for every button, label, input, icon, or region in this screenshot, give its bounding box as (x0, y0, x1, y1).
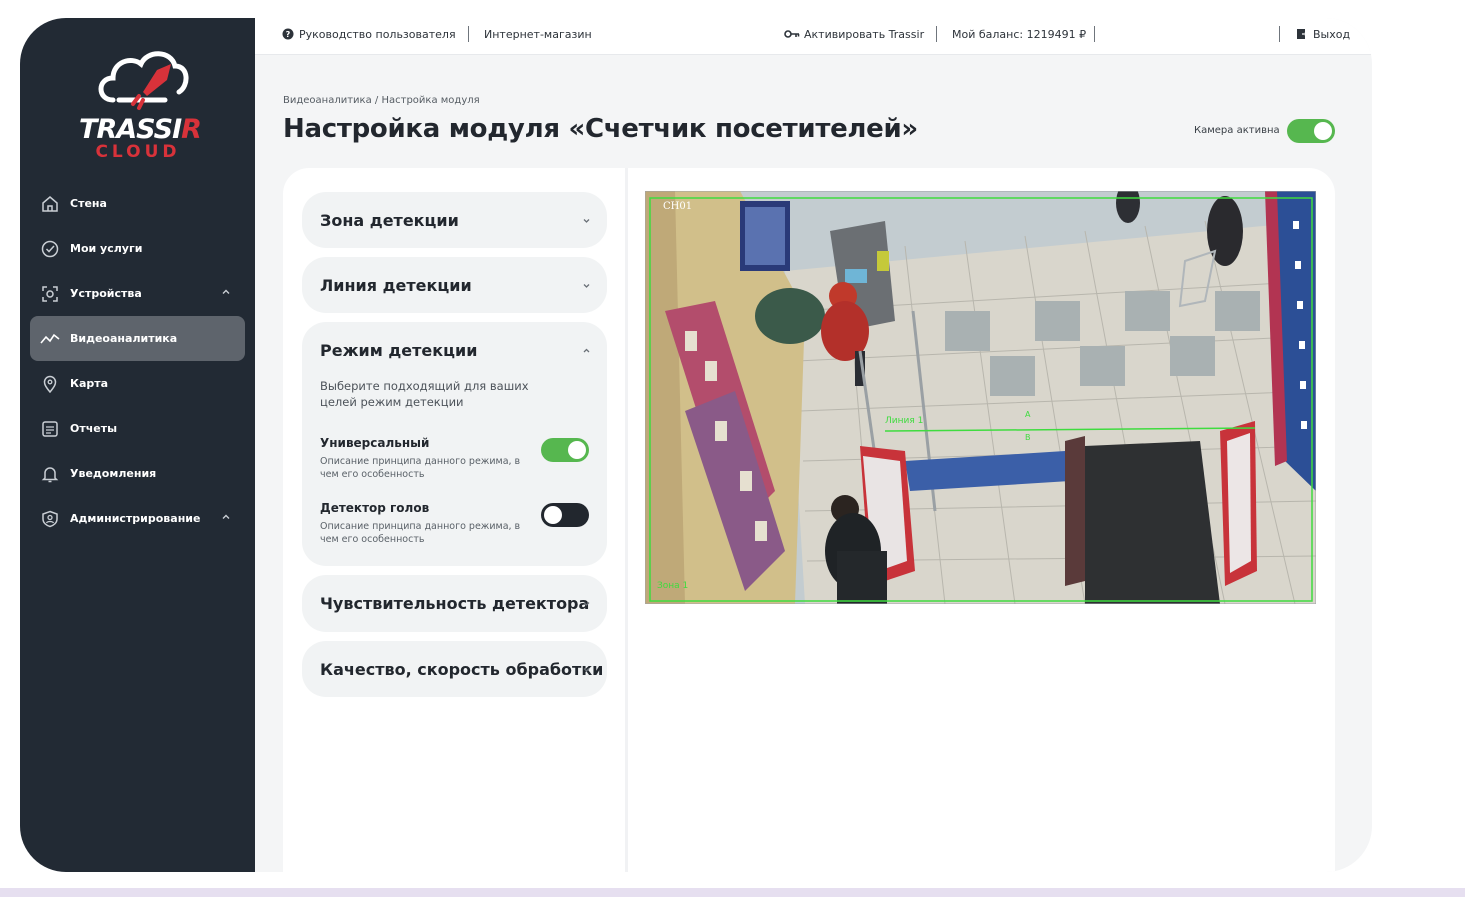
shop-label: Интернет-магазин (484, 27, 592, 41)
logo-subtitle: CLOUD (95, 142, 181, 162)
sidebar-item-videoanalytics[interactable]: Видеоаналитика (30, 316, 245, 361)
divider (1094, 26, 1095, 42)
direction-a-label: A (1025, 410, 1031, 419)
activate-trassir-link[interactable]: Активировать Trassir (784, 27, 924, 41)
map-pin-icon (40, 374, 60, 394)
trassir-cloud-logo[interactable]: TRASSIR CLOUD (65, 42, 215, 182)
sidebar-item-administration[interactable]: Администрирование (30, 496, 245, 541)
accordion-header[interactable]: Режим детекции (302, 322, 607, 378)
balance-display: Мой баланс: 1219491 ₽ (952, 27, 1086, 41)
breadcrumb-separator: / (374, 95, 379, 106)
user-guide-label: Руководство пользователя (299, 27, 456, 41)
chevron-down-icon (583, 602, 590, 606)
divider (468, 26, 469, 42)
detection-zone-label: Зона 1 (657, 581, 689, 591)
app-window: TRASSIR CLOUD Стена Мои услуги Устройств… (20, 18, 1372, 872)
sidebar-item-label: Администрирование (70, 512, 201, 525)
accordion-header[interactable]: Качество, скорость обработки (302, 641, 607, 697)
sidebar-item-label: Видеоаналитика (70, 332, 178, 345)
sidebar-item-label: Уведомления (70, 467, 157, 480)
page-title: Настройка модуля «Счетчик посетителей» (283, 114, 918, 144)
sidebar-item-reports[interactable]: Отчеты (30, 406, 245, 451)
sidebar-item-devices[interactable]: Устройства (30, 271, 245, 316)
chevron-down-icon (583, 284, 590, 288)
chevron-down-icon (583, 219, 590, 223)
sidebar-item-label: Стена (70, 197, 107, 210)
sidebar: TRASSIR CLOUD Стена Мои услуги Устройств… (20, 18, 255, 872)
accordion-header[interactable]: Линия детекции (302, 257, 607, 313)
accordion-title: Зона детекции (320, 210, 459, 230)
sidebar-item-label: Карта (70, 377, 109, 390)
check-circle-icon (40, 239, 60, 259)
activate-label: Активировать Trassir (804, 27, 925, 41)
mode-description: Выберите подходящий для ваших целей режи… (320, 379, 529, 409)
chevron-up-icon[interactable] (221, 512, 231, 522)
accordion-detection-zone[interactable]: Зона детекции (302, 192, 607, 248)
breadcrumb: Видеоаналитика / Настройка модуля (283, 95, 480, 106)
camera-focus-icon (40, 284, 60, 304)
accordion-title: Чувствительность детектора (320, 593, 590, 613)
camera-active-toggle[interactable] (1287, 119, 1335, 143)
chevron-down-icon (583, 668, 590, 672)
sidebar-item-label: Отчеты (70, 422, 118, 435)
accordion-detector-sensitivity[interactable]: Чувствительность детектора (302, 575, 607, 632)
chevron-up-icon[interactable] (221, 287, 231, 297)
shield-user-icon (40, 509, 60, 529)
logout-label: Выход (1313, 27, 1351, 41)
accordion-title: Режим детекции (320, 340, 478, 360)
key-icon (784, 30, 800, 38)
camera-active-label: Камера активна (1194, 125, 1280, 136)
top-bar: ? Руководство пользователя Интернет-мага… (255, 18, 1372, 55)
balance-label: Мой баланс: 1219491 ₽ (952, 27, 1087, 41)
svg-text:?: ? (286, 30, 291, 39)
desktop-background-strip (0, 888, 1465, 897)
sidebar-item-services[interactable]: Мои услуги (30, 226, 245, 271)
accordion-detection-mode: Режим детекции Выберите подходящий для в… (302, 322, 607, 566)
analytics-line-icon (40, 329, 60, 349)
sidebar-nav: Стена Мои услуги Устройства Видеоаналити… (30, 181, 245, 541)
sidebar-item-label: Мои услуги (70, 242, 143, 255)
sidebar-item-label: Устройства (70, 287, 142, 300)
toggle-knob (544, 506, 562, 524)
direction-b-label: B (1025, 433, 1031, 442)
toggle-knob (568, 441, 586, 459)
home-icon (40, 194, 60, 214)
mode-option-description: Описание принципа данного режима, в чем … (320, 456, 521, 480)
divider (936, 26, 937, 42)
sidebar-item-map[interactable]: Карта (30, 361, 245, 406)
report-icon (40, 419, 60, 439)
mode-option-description: Описание принципа данного режима, в чем … (320, 521, 521, 545)
accordion-detection-line[interactable]: Линия детекции (302, 257, 607, 313)
toggle-knob (1314, 122, 1332, 140)
camera-preview[interactable]: CH01 Линия 1 A B Зона 1 (645, 191, 1316, 604)
accordion-title: Линия детекции (320, 275, 472, 295)
logo-wordmark: TRASSIR (79, 114, 202, 145)
detection-line-label: Линия 1 (885, 416, 924, 426)
sidebar-item-wall[interactable]: Стена (30, 181, 245, 226)
camera-scene-illustration (645, 191, 1316, 604)
head-detector-toggle[interactable] (541, 503, 589, 527)
camera-channel-label: CH01 (663, 201, 693, 212)
shop-link[interactable]: Интернет-магазин (484, 27, 592, 41)
divider (1279, 26, 1280, 42)
breadcrumb-videoanalytics[interactable]: Видеоаналитика (283, 95, 372, 106)
cloud-rocket-icon (98, 51, 189, 110)
sidebar-item-notifications[interactable]: Уведомления (30, 451, 245, 496)
logout-button[interactable]: Выход (1296, 27, 1350, 41)
panel-divider (625, 168, 628, 872)
accordion-header[interactable]: Чувствительность детектора (302, 575, 607, 631)
accordion-title: Качество, скорость обработки (320, 659, 604, 679)
user-guide-link[interactable]: ? Руководство пользователя (282, 27, 456, 41)
logout-icon (1297, 29, 1308, 39)
help-circle-icon: ? (282, 28, 294, 40)
universal-mode-toggle[interactable] (541, 438, 589, 462)
chevron-up-icon (583, 348, 590, 353)
accordion-header[interactable]: Зона детекции (302, 192, 607, 248)
accordion-quality-speed[interactable]: Качество, скорость обработки (302, 641, 607, 697)
bell-icon (40, 464, 60, 484)
breadcrumb-current: Настройка модуля (381, 95, 480, 106)
